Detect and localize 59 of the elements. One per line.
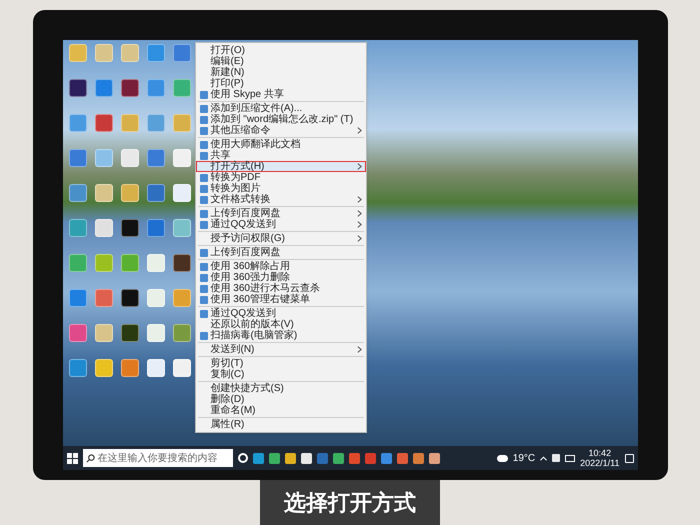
menu-item[interactable]: 打开方式(H) xyxy=(196,161,366,172)
menu-item[interactable]: 编辑(E) xyxy=(196,56,366,67)
menu-item[interactable]: 使用大师翻译此文档 xyxy=(196,139,366,150)
menu-item[interactable]: 还原以前的版本(V) xyxy=(196,319,366,330)
app-icon[interactable] xyxy=(172,184,190,202)
menu-item[interactable]: 剪切(T) xyxy=(196,358,366,369)
menu-item[interactable]: 转换为PDF xyxy=(196,172,366,183)
app-icon[interactable] xyxy=(146,359,164,377)
app-icon[interactable] xyxy=(172,359,190,377)
menu-item[interactable]: 通过QQ发送到 xyxy=(196,219,366,230)
menu-item[interactable]: 使用 360进行木马云查杀 xyxy=(196,283,366,294)
menu-item[interactable]: 重命名(M) xyxy=(196,405,366,416)
menu-item[interactable]: 通过QQ发送到 xyxy=(196,308,366,319)
app-icon[interactable] xyxy=(120,79,138,97)
menu-item[interactable]: 添加到 "word编辑怎么改.zip" (T) xyxy=(196,114,366,125)
menu-item[interactable]: 创建快捷方式(S) xyxy=(196,383,366,394)
taskbar-app-icon[interactable] xyxy=(428,452,440,464)
menu-item[interactable]: 使用 360解除占用 xyxy=(196,261,366,272)
taskbar-app-icon[interactable] xyxy=(300,452,312,464)
menu-item[interactable]: 打印(P) xyxy=(196,78,366,89)
tray-icon[interactable] xyxy=(552,454,560,462)
taskbar-app-icon[interactable] xyxy=(284,452,296,464)
app-icon[interactable] xyxy=(94,359,112,377)
menu-item[interactable]: 删除(D) xyxy=(196,394,366,405)
taskbar-app-icon[interactable] xyxy=(332,452,344,464)
notification-icon[interactable] xyxy=(624,454,634,462)
subtitle-caption: 选择打开方式 xyxy=(284,489,416,517)
menu-item[interactable]: 上传到百度网盘 xyxy=(196,208,366,219)
app-icon[interactable] xyxy=(172,254,190,272)
app-icon[interactable] xyxy=(120,289,138,307)
cloud-icon xyxy=(496,454,508,462)
taskbar-app-icon[interactable] xyxy=(268,452,280,464)
menu-item[interactable]: 属性(R) xyxy=(196,419,366,430)
menu-item[interactable]: 扫描病毒(电脑管家) xyxy=(196,330,366,341)
chevron-up-icon[interactable] xyxy=(540,456,548,460)
search-icon xyxy=(86,454,94,462)
app-icon[interactable] xyxy=(120,324,138,342)
clock-time[interactable]: 10:42 xyxy=(588,448,612,458)
search-field[interactable]: 在这里输入你要搜索的内容 xyxy=(82,449,232,467)
menu-item[interactable]: 添加到压缩文件(A)... xyxy=(196,103,366,114)
menu-item[interactable]: 其他压缩命令 xyxy=(196,125,366,136)
menu-item[interactable]: 打开(O) xyxy=(196,45,366,56)
menu-item[interactable]: 使用 Skype 共享 xyxy=(196,89,366,100)
menu-item[interactable]: 发送到(N) xyxy=(196,344,366,355)
menu-item[interactable]: 使用 360强力删除 xyxy=(196,272,366,283)
menu-item[interactable]: 使用 360管理右键菜单 xyxy=(196,294,366,305)
weather-temperature[interactable]: 19°C xyxy=(512,450,536,466)
menu-item[interactable]: 文件格式转换 xyxy=(196,194,366,205)
menu-item[interactable]: 新建(N) xyxy=(196,67,366,78)
monitor-tray-icon[interactable] xyxy=(565,454,576,462)
windows-start-icon[interactable] xyxy=(66,452,78,464)
menu-item[interactable]: 上传到百度网盘 xyxy=(196,247,366,258)
clock-date[interactable]: 2022/1/11 xyxy=(580,458,620,468)
app-icon[interactable] xyxy=(120,219,138,237)
menu-item[interactable]: 授予访问权限(G) xyxy=(196,233,366,244)
menu-item[interactable]: 共享 xyxy=(196,150,366,161)
menu-item[interactable]: 转换为图片 xyxy=(196,183,366,194)
app-icon[interactable] xyxy=(68,79,86,97)
menu-item[interactable]: 复制(C) xyxy=(196,369,366,380)
